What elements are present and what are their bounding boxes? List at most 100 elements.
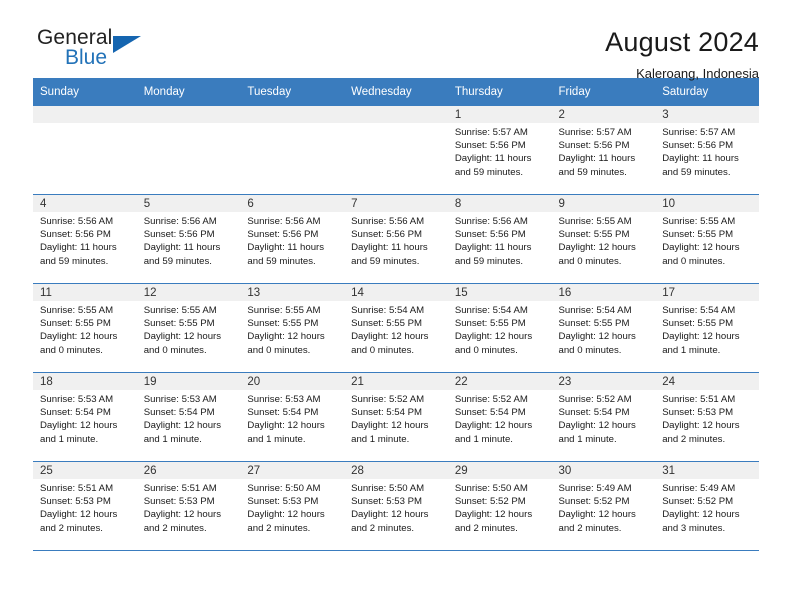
- calendar-day-cell[interactable]: 3 Sunrise: 5:57 AM Sunset: 5:56 PM Daylight…: [655, 106, 759, 195]
- calendar-day-cell[interactable]: 14 Sunrise: 5:54 AM Sunset: 5:55 PM Dayligh…: [344, 283, 448, 373]
- day-number: [33, 106, 137, 123]
- calendar-day-cell[interactable]: 20 Sunrise: 5:53 AM Sunset: 5:54 PM Dayligh…: [240, 372, 345, 462]
- calendar-day-cell[interactable]: 8 Sunrise: 5:56 AM Sunset: 5:56 PM Daylight…: [447, 194, 552, 284]
- day-number: 29: [447, 462, 552, 479]
- sunrise-text: Sunrise: 5:54 AM: [351, 305, 425, 316]
- day-details: Sunrise: 5:51 AM Sunset: 5:53 PM Daylight:…: [655, 390, 759, 446]
- day-number: 27: [240, 462, 345, 479]
- daylight-text-line2: and 59 minutes.: [558, 166, 627, 178]
- day-number: 8: [447, 195, 552, 212]
- page-header: General Blue August 2024 Kaleroang, Indo…: [33, 0, 759, 81]
- day-number: 7: [344, 195, 448, 212]
- daylight-text-line1: Daylight: 12 hours: [662, 509, 740, 521]
- daylight-text-line2: and 0 minutes.: [351, 344, 415, 356]
- day-number: 6: [240, 195, 345, 212]
- day-number: 20: [240, 373, 345, 390]
- calendar-day-cell[interactable]: 4 Sunrise: 5:56 AM Sunset: 5:56 PM Daylight…: [33, 194, 137, 284]
- sunset-text: Sunset: 5:55 PM: [454, 318, 526, 330]
- calendar-day-cell[interactable]: 23 Sunrise: 5:52 AM Sunset: 5:54 PM Dayligh…: [551, 372, 656, 462]
- sunset-text: Sunset: 5:52 PM: [558, 496, 630, 508]
- sunset-text: Sunset: 5:56 PM: [247, 229, 319, 241]
- sunrise-text: Sunrise: 5:51 AM: [143, 483, 217, 494]
- daylight-text-line1: Daylight: 12 hours: [662, 242, 740, 254]
- daylight-text-line1: Daylight: 12 hours: [143, 509, 222, 521]
- weekday-header-thursday: Thursday: [447, 78, 552, 106]
- calendar-day-cell[interactable]: 15 Sunrise: 5:54 AM Sunset: 5:55 PM Dayligh…: [447, 283, 552, 373]
- day-details: Sunrise: 5:51 AM Sunset: 5:53 PM Daylight:…: [33, 479, 137, 535]
- calendar-day-cell[interactable]: 7 Sunrise: 5:56 AM Sunset: 5:56 PM Daylight…: [344, 194, 448, 284]
- daylight-text-line2: and 59 minutes.: [454, 255, 524, 267]
- title-block: August 2024 Kaleroang, Indonesia: [605, 26, 759, 84]
- calendar-page: General Blue August 2024 Kaleroang, Indo…: [0, 0, 792, 612]
- calendar-day-cell[interactable]: 21 Sunrise: 5:52 AM Sunset: 5:54 PM Dayligh…: [344, 372, 448, 462]
- calendar-day-cell[interactable]: 11 Sunrise: 5:55 AM Sunset: 5:55 PM Dayligh…: [33, 283, 137, 373]
- daylight-text-line2: and 0 minutes.: [143, 344, 207, 356]
- calendar-day-cell[interactable]: 29 Sunrise: 5:50 AM Sunset: 5:52 PM Dayligh…: [447, 461, 552, 551]
- day-number: 30: [551, 462, 656, 479]
- sunrise-text: Sunrise: 5:56 AM: [454, 216, 528, 227]
- day-details: Sunrise: 5:55 AM Sunset: 5:55 PM Daylight:…: [33, 301, 137, 357]
- calendar-day-cell[interactable]: 24 Sunrise: 5:51 AM Sunset: 5:53 PM Dayligh…: [655, 372, 759, 462]
- day-details: Sunrise: 5:50 AM Sunset: 5:52 PM Daylight:…: [448, 479, 552, 535]
- weekday-header-sunday: Sunday: [33, 78, 137, 106]
- daylight-text-line1: Daylight: 11 hours: [454, 153, 532, 165]
- calendar-day-cell[interactable]: 28 Sunrise: 5:50 AM Sunset: 5:53 PM Dayligh…: [344, 461, 448, 551]
- calendar-day-cell[interactable]: 22 Sunrise: 5:52 AM Sunset: 5:54 PM Dayligh…: [447, 372, 552, 462]
- day-number: 25: [33, 462, 137, 479]
- daylight-text-line1: Daylight: 12 hours: [40, 420, 118, 432]
- calendar-day-cell[interactable]: 25 Sunrise: 5:51 AM Sunset: 5:53 PM Dayligh…: [33, 461, 137, 551]
- calendar-day-cell[interactable]: 2 Sunrise: 5:57 AM Sunset: 5:56 PM Daylight…: [551, 106, 656, 195]
- day-details: Sunrise: 5:56 AM Sunset: 5:56 PM Daylight:…: [33, 212, 137, 268]
- day-details: Sunrise: 5:53 AM Sunset: 5:54 PM Daylight:…: [33, 390, 137, 446]
- daylight-text-line1: Daylight: 12 hours: [558, 509, 636, 521]
- daylight-text-line2: and 0 minutes.: [558, 344, 622, 356]
- daylight-text-line1: Daylight: 12 hours: [247, 509, 325, 521]
- day-details: Sunrise: 5:52 AM Sunset: 5:54 PM Daylight:…: [344, 390, 448, 446]
- calendar-day-cell[interactable]: 27 Sunrise: 5:50 AM Sunset: 5:53 PM Dayligh…: [240, 461, 345, 551]
- daylight-text-line1: Daylight: 11 hours: [558, 153, 636, 165]
- calendar-day-cell[interactable]: 5 Sunrise: 5:56 AM Sunset: 5:56 PM Daylight…: [136, 194, 241, 284]
- calendar-day-cell[interactable]: 9 Sunrise: 5:55 AM Sunset: 5:55 PM Daylight…: [551, 194, 656, 284]
- day-details: Sunrise: 5:52 AM Sunset: 5:54 PM Daylight:…: [552, 390, 656, 446]
- sunset-text: Sunset: 5:53 PM: [40, 496, 111, 508]
- day-number: 10: [655, 195, 759, 212]
- calendar-day-cell-empty: [344, 106, 448, 195]
- day-number: 4: [33, 195, 137, 212]
- day-number: 11: [33, 284, 137, 301]
- sunrise-text: Sunrise: 5:56 AM: [143, 216, 217, 227]
- daylight-text-line2: and 59 minutes.: [351, 255, 420, 267]
- day-details: Sunrise: 5:56 AM Sunset: 5:56 PM Daylight:…: [240, 212, 344, 268]
- calendar-day-cell[interactable]: 6 Sunrise: 5:56 AM Sunset: 5:56 PM Daylight…: [240, 194, 345, 284]
- sunrise-text: Sunrise: 5:55 AM: [558, 216, 632, 227]
- day-number: 31: [655, 462, 759, 479]
- day-details: Sunrise: 5:56 AM Sunset: 5:56 PM Daylight:…: [137, 212, 241, 268]
- calendar-day-cell[interactable]: 16 Sunrise: 5:54 AM Sunset: 5:55 PM Dayligh…: [551, 283, 656, 373]
- sunset-text: Sunset: 5:55 PM: [143, 318, 215, 330]
- calendar-day-cell[interactable]: 1 Sunrise: 5:57 AM Sunset: 5:56 PM Daylight…: [447, 106, 552, 195]
- calendar-day-cell[interactable]: 18 Sunrise: 5:53 AM Sunset: 5:54 PM Dayligh…: [33, 372, 137, 462]
- sunrise-text: Sunrise: 5:57 AM: [558, 127, 632, 138]
- sunrise-text: Sunrise: 5:56 AM: [351, 216, 425, 227]
- daylight-text-line1: Daylight: 11 hours: [247, 242, 325, 254]
- sunrise-text: Sunrise: 5:55 AM: [143, 305, 217, 316]
- weekday-header-tuesday: Tuesday: [240, 78, 345, 106]
- calendar-day-cell-empty: [136, 106, 241, 195]
- calendar-day-cell[interactable]: 30 Sunrise: 5:49 AM Sunset: 5:52 PM Dayligh…: [551, 461, 656, 551]
- brand-logo[interactable]: General Blue: [33, 26, 177, 80]
- sunrise-text: Sunrise: 5:52 AM: [558, 394, 632, 405]
- sunrise-text: Sunrise: 5:57 AM: [662, 127, 736, 138]
- calendar-day-cell[interactable]: 26 Sunrise: 5:51 AM Sunset: 5:53 PM Dayligh…: [136, 461, 241, 551]
- calendar-day-cell[interactable]: 17 Sunrise: 5:54 AM Sunset: 5:55 PM Dayligh…: [655, 283, 759, 373]
- calendar-day-cell[interactable]: 13 Sunrise: 5:55 AM Sunset: 5:55 PM Dayligh…: [240, 283, 345, 373]
- calendar-day-cell[interactable]: 10 Sunrise: 5:55 AM Sunset: 5:55 PM Dayligh…: [655, 194, 759, 284]
- sunrise-text: Sunrise: 5:55 AM: [40, 305, 114, 316]
- sunset-text: Sunset: 5:55 PM: [558, 229, 630, 241]
- calendar-day-cell[interactable]: 12 Sunrise: 5:55 AM Sunset: 5:55 PM Dayligh…: [136, 283, 241, 373]
- calendar-day-cell[interactable]: 19 Sunrise: 5:53 AM Sunset: 5:54 PM Dayligh…: [136, 372, 241, 462]
- sunset-text: Sunset: 5:54 PM: [40, 407, 111, 419]
- daylight-text-line2: and 2 minutes.: [247, 522, 311, 534]
- calendar-day-cell[interactable]: 31 Sunrise: 5:49 AM Sunset: 5:52 PM Dayligh…: [655, 461, 759, 551]
- sunset-text: Sunset: 5:55 PM: [662, 318, 734, 330]
- sunrise-text: Sunrise: 5:54 AM: [454, 305, 528, 316]
- day-number: 12: [136, 284, 241, 301]
